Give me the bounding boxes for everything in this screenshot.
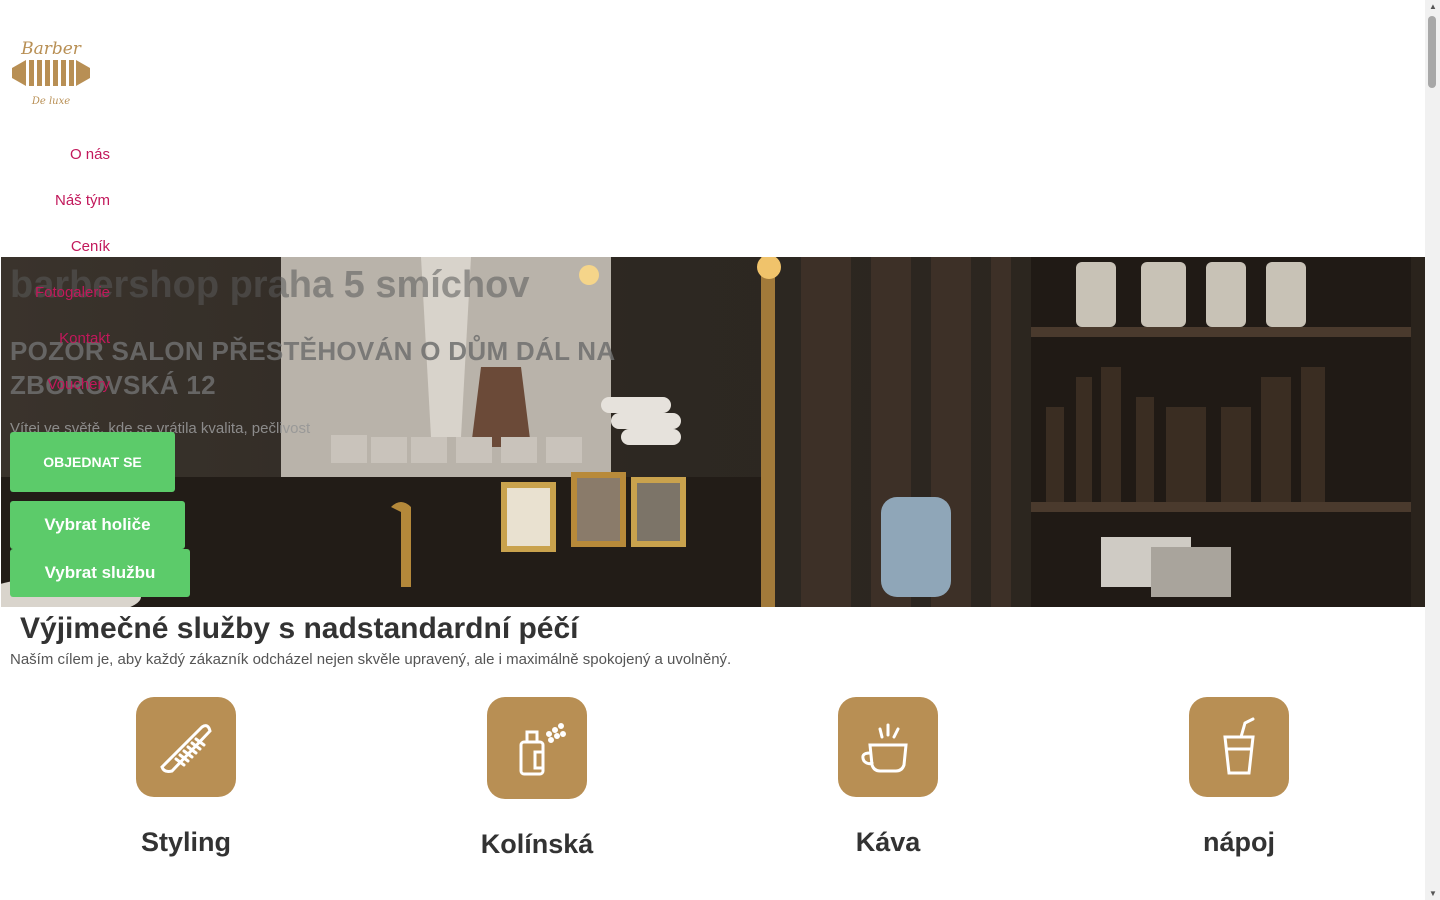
svg-text:De luxe: De luxe <box>31 96 70 107</box>
choose-barber-button[interactable]: Vybrat holiče <box>10 501 185 549</box>
service-card-drink: nápoj <box>1139 697 1339 858</box>
services-heading: Výjimečné služby s nadstandardní péčí <box>20 612 579 645</box>
page-scrollbar[interactable]: ▲ ▼ <box>1425 0 1440 900</box>
scrollbar-thumb[interactable] <box>1428 16 1436 88</box>
barber-deluxe-logo[interactable]: Barber De luxe <box>8 34 94 110</box>
drink-glass-icon <box>1189 697 1289 797</box>
nav-link-cenik[interactable]: Ceník <box>0 238 110 255</box>
nav-link-o-nas[interactable]: O nás <box>0 146 110 163</box>
scroll-down-arrow-icon[interactable]: ▼ <box>1429 889 1437 898</box>
service-card-cologne: Kolínská <box>437 697 637 860</box>
svg-text:Barber: Barber <box>20 39 82 59</box>
service-label: Káva <box>855 827 921 857</box>
nav-link-kontakt[interactable]: Kontakt <box>0 330 110 347</box>
nav-link-nas-tym[interactable]: Náš tým <box>0 192 110 209</box>
choose-service-button[interactable]: Vybrat službu <box>10 549 190 597</box>
service-card-styling: Styling <box>86 697 286 858</box>
book-appointment-button[interactable]: OBJEDNAT SE <box>10 432 175 492</box>
comb-icon <box>136 697 236 797</box>
nav-link-vouchery[interactable]: Vouchery <box>0 376 110 393</box>
nav-link-fotogalerie[interactable]: Fotogalerie <box>0 284 110 301</box>
service-label: Kolínská <box>480 829 594 859</box>
coffee-cup-icon <box>838 697 938 797</box>
services-subheading: Naším cílem je, aby každý zákazník odchá… <box>10 651 732 668</box>
service-card-coffee: Káva <box>788 697 988 858</box>
service-label: Styling <box>140 827 231 857</box>
service-label: nápoj <box>1203 827 1275 857</box>
cologne-icon <box>487 697 587 799</box>
scroll-up-arrow-icon[interactable]: ▲ <box>1429 2 1437 11</box>
